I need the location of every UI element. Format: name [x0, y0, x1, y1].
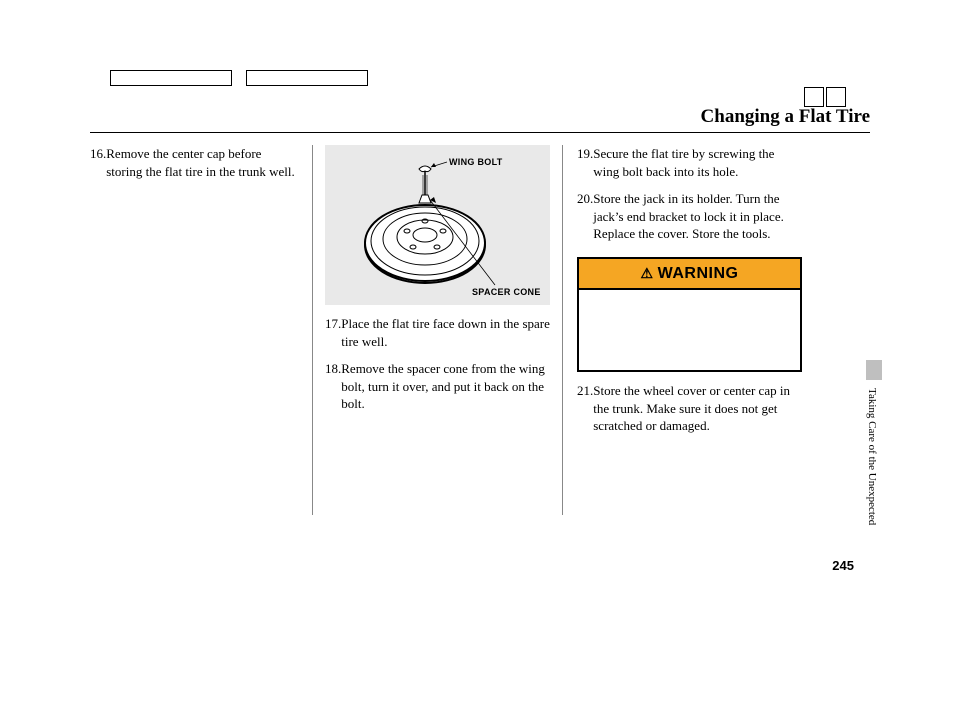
header-placeholders	[110, 70, 870, 88]
step-19: 19. Secure the flat tire by screwing the…	[577, 145, 802, 180]
step-number: 16.	[90, 145, 106, 180]
placeholder-square	[826, 87, 846, 107]
step-number: 21.	[577, 382, 593, 435]
warning-label: WARNING	[658, 265, 739, 282]
step-text: Secure the flat tire by screwing the win…	[593, 145, 802, 180]
figure-label-spacer-cone: SPACER CONE	[472, 286, 541, 298]
warning-icon: ⚠	[641, 264, 654, 283]
section-label: Taking Care of the Unexpected	[866, 388, 878, 525]
step-text: Remove the center cap before storing the…	[106, 145, 300, 180]
step-text: Remove the spacer cone from the wing bol…	[341, 360, 550, 413]
tire-diagram-svg	[325, 145, 550, 305]
step-text: Store the jack in its holder. Turn the j…	[593, 190, 802, 243]
page-number: 245	[832, 558, 854, 573]
side-tab	[866, 360, 882, 380]
step-number: 17.	[325, 315, 341, 350]
step-17: 17. Place the flat tire face down in the…	[325, 315, 550, 350]
column-1: 16. Remove the center cap before storing…	[90, 145, 312, 515]
manual-page: Changing a Flat Tire 16. Remove the cent…	[90, 70, 870, 515]
step-number: 18.	[325, 360, 341, 413]
page-title: Changing a Flat Tire	[90, 106, 870, 133]
warning-box: ⚠WARNING	[577, 257, 802, 373]
corner-squares	[802, 87, 846, 112]
warning-heading: ⚠WARNING	[579, 259, 800, 291]
figure-label-wing-bolt: WING BOLT	[449, 156, 503, 168]
content-columns: 16. Remove the center cap before storing…	[90, 145, 870, 515]
tire-diagram: WING BOLT SPACER CONE	[325, 145, 550, 305]
step-18: 18. Remove the spacer cone from the wing…	[325, 360, 550, 413]
step-20: 20. Store the jack in its holder. Turn t…	[577, 190, 802, 243]
step-21: 21. Store the wheel cover or center cap …	[577, 382, 802, 435]
warning-body	[579, 290, 800, 370]
placeholder-square	[804, 87, 824, 107]
placeholder-box	[110, 70, 232, 86]
step-text: Place the flat tire face down in the spa…	[341, 315, 550, 350]
column-2: WING BOLT SPACER CONE 17. Place the flat…	[312, 145, 563, 515]
step-text: Store the wheel cover or center cap in t…	[593, 382, 802, 435]
placeholder-box	[246, 70, 368, 86]
step-number: 19.	[577, 145, 593, 180]
step-16: 16. Remove the center cap before storing…	[90, 145, 300, 180]
column-3: 19. Secure the flat tire by screwing the…	[563, 145, 802, 515]
step-number: 20.	[577, 190, 593, 243]
